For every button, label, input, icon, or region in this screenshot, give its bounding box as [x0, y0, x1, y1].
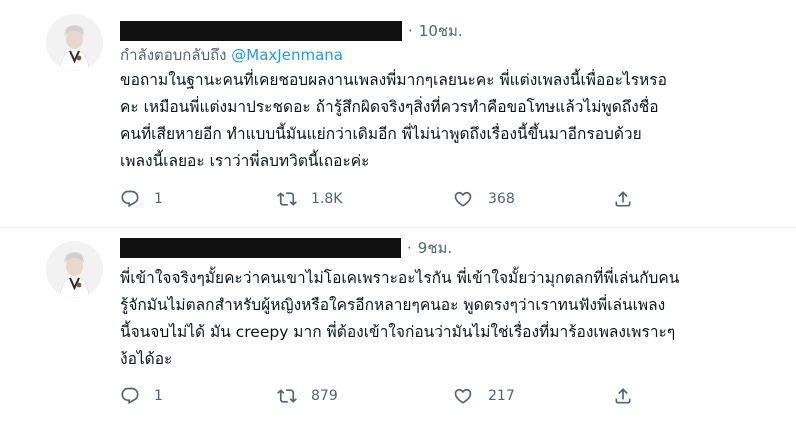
- tweet-text-line: เพลงนี้เลยอะ เราว่าพี่ลบทวิตนี้เถอะค่ะ: [120, 152, 370, 170]
- tweet-actions: 1 879 217: [120, 383, 633, 409]
- like-count: 368: [488, 191, 515, 207]
- share-button[interactable]: [613, 189, 633, 209]
- tweet[interactable]: · 9ชม. พี่เข้าใจจริงๆมั้ยคะว่าคนเขาไม่โอ…: [0, 228, 796, 425]
- tweet-text-line: คนที่เสียหายอีก ทำแบบนี้มันแย่กว่าเดิมอี…: [120, 125, 642, 143]
- tweet[interactable]: · 10ชม. กำลังตอบกลับถึง @MaxJenmana ขอถา…: [0, 0, 796, 228]
- redacted-author-name[interactable]: [120, 21, 402, 41]
- reply-icon: [121, 190, 139, 208]
- tweet-header: · 9ชม.: [120, 233, 452, 263]
- reply-feed: · 10ชม. กำลังตอบกลับถึง @MaxJenmana ขอถา…: [0, 0, 796, 425]
- heart-icon: [454, 191, 472, 207]
- heart-icon: [454, 388, 472, 404]
- like-count: 217: [488, 388, 515, 404]
- reply-icon: [121, 387, 139, 405]
- avatar-image: [46, 14, 103, 71]
- like-button[interactable]: 217: [453, 386, 613, 406]
- tweet-header: · 10ชม.: [120, 16, 463, 46]
- mention-link[interactable]: @MaxJenmana: [231, 46, 343, 64]
- tweet-text-line: พี่เข้าใจจริงๆมั้ยคะว่าคนเขาไม่โอเคเพราะ…: [120, 269, 680, 287]
- avatar[interactable]: [46, 14, 103, 71]
- tweet-text-line: ขอถามในฐานะคนที่เคยชอบผลงานเพลงพี่มากๆเล…: [120, 71, 667, 89]
- tweet-text-line: นี้จนจบไม่ได้ มัน creepy มาก พี่ต้องเข้า…: [120, 323, 676, 341]
- like-button[interactable]: 368: [453, 189, 613, 209]
- redacted-author-name[interactable]: [120, 238, 401, 258]
- retweet-count: 1.8K: [311, 191, 343, 207]
- retweet-button[interactable]: 879: [277, 386, 453, 406]
- reply-count: 1: [154, 388, 163, 404]
- replying-to-label: กำลังตอบกลับถึง: [120, 46, 227, 64]
- tweet-timestamp[interactable]: 10ชม.: [419, 19, 463, 43]
- tweet-text: ขอถามในฐานะคนที่เคยชอบผลงานเพลงพี่มากๆเล…: [120, 67, 770, 175]
- avatar-image: [46, 241, 103, 298]
- tweet-text-line: ง้อได้อะ: [120, 350, 173, 368]
- tweet-actions: 1 1.8K 368: [120, 186, 633, 212]
- tweet-text-line: คะ เหมือนพี่แต่งมาประชดอะ ถ้ารู้สึกผิดจร…: [120, 98, 659, 116]
- share-icon: [615, 388, 631, 404]
- reply-button[interactable]: 1: [120, 189, 277, 209]
- retweet-count: 879: [311, 388, 338, 404]
- share-button[interactable]: [613, 386, 633, 406]
- tweet-text-line: รู้จักมันไม่ตลกสำหรับผู้หญิงหรือใครอีกหล…: [120, 296, 666, 314]
- separator-dot: ·: [408, 22, 413, 40]
- tweet-text: พี่เข้าใจจริงๆมั้ยคะว่าคนเขาไม่โอเคเพราะ…: [120, 265, 770, 373]
- replying-to: กำลังตอบกลับถึง @MaxJenmana: [120, 43, 343, 67]
- retweet-icon: [277, 389, 297, 403]
- reply-button[interactable]: 1: [120, 386, 277, 406]
- tweet-timestamp[interactable]: 9ชม.: [418, 236, 452, 260]
- retweet-button[interactable]: 1.8K: [277, 189, 453, 209]
- separator-dot: ·: [407, 239, 412, 257]
- avatar[interactable]: [46, 241, 103, 298]
- retweet-icon: [277, 192, 297, 206]
- reply-count: 1: [154, 191, 163, 207]
- share-icon: [615, 191, 631, 207]
